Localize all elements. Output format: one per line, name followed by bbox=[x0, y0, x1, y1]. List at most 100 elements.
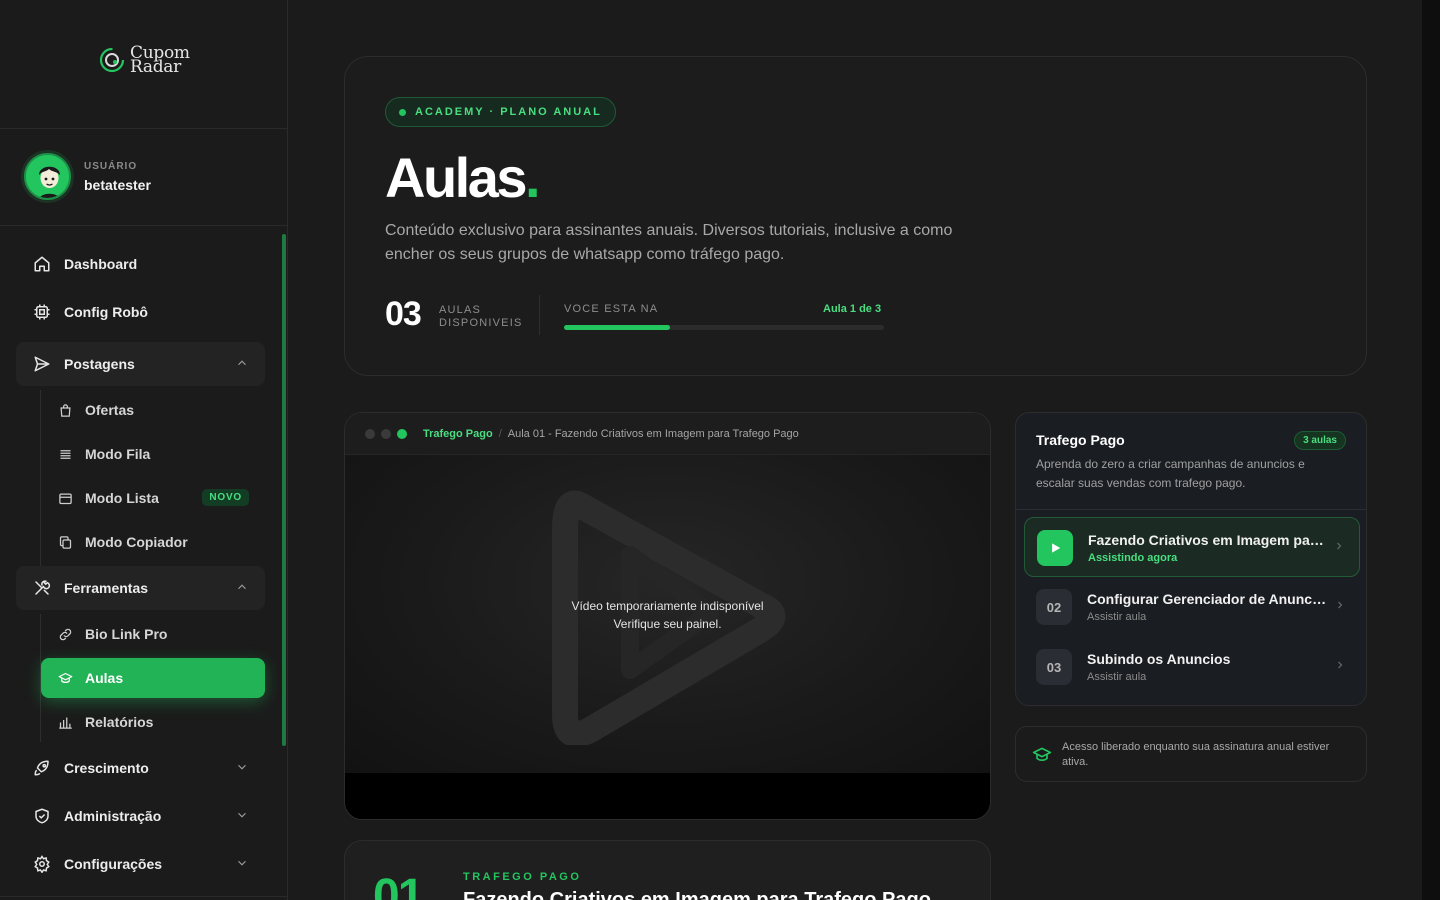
lesson-info-card: 01 TRAFEGO PAGO Fazendo Criativos em Ima… bbox=[344, 840, 991, 900]
player-titlebar: Trafego Pago / Aula 01 - Fazendo Criativ… bbox=[345, 413, 990, 455]
nav-ferramentas[interactable]: Ferramentas bbox=[16, 566, 265, 610]
sidebar-item-label: Relatórios bbox=[85, 714, 154, 730]
nav-label: Configurações bbox=[64, 856, 163, 872]
bar-chart-icon bbox=[57, 714, 73, 730]
video-unavailable-message: Vídeo temporariamente indisponível Verif… bbox=[571, 599, 764, 631]
shield-check-icon bbox=[32, 806, 52, 826]
progress-value: Aula 1 de 3 bbox=[823, 303, 882, 315]
progress-bar-fill bbox=[564, 325, 670, 330]
chevron-right-icon bbox=[1338, 601, 1343, 609]
breadcrumb-category[interactable]: Trafego Pago bbox=[423, 428, 493, 440]
chevron-right-icon bbox=[1337, 542, 1342, 550]
progress-bar bbox=[564, 325, 884, 330]
nav-label: Administração bbox=[64, 808, 162, 824]
play-button[interactable] bbox=[1037, 530, 1073, 566]
progress-label: VOCE ESTA NA bbox=[564, 303, 659, 315]
chevron-down-icon bbox=[238, 860, 246, 866]
app-root: Cupom Radar USUÁRIO betatester Dashboard… bbox=[0, 0, 1440, 900]
divider bbox=[539, 295, 540, 335]
academy-pill-label: ACADEMY · PLANO ANUAL bbox=[415, 106, 602, 118]
lesson-title: Fazendo Criativos em Imagem para Trafego… bbox=[463, 889, 931, 900]
user-name: betatester bbox=[84, 176, 151, 193]
nav-configuracoes[interactable]: Configurações bbox=[16, 842, 265, 886]
playlist-item[interactable]: Fazendo Criativos em Imagem para Trafego… bbox=[1024, 517, 1360, 577]
academy-pill: ACADEMY · PLANO ANUAL bbox=[385, 97, 616, 127]
playlist-item-status: Assistir aula bbox=[1087, 671, 1147, 683]
user-role-label: USUÁRIO bbox=[84, 160, 138, 172]
sidebar-item-label: Modo Fila bbox=[85, 446, 151, 462]
rocket-icon bbox=[32, 758, 52, 778]
page-title: Aulas. bbox=[385, 146, 541, 209]
sidebar-scrollbar[interactable] bbox=[282, 234, 286, 746]
lesson-number: 01 bbox=[373, 870, 424, 900]
breadcrumb-lesson: Aula 01 - Fazendo Criativos em Imagem pa… bbox=[507, 427, 799, 440]
playlist-title: Trafego Pago bbox=[1036, 432, 1125, 448]
sidebar-item-modo-fila[interactable]: Modo Fila bbox=[41, 434, 265, 474]
graduation-cap-icon bbox=[1032, 745, 1052, 770]
playlist-card: Trafego Pago 3 aulas Aprenda do zero a c… bbox=[1015, 412, 1367, 706]
nav-dashboard[interactable]: Dashboard bbox=[16, 242, 265, 286]
playlist-item-title: Configurar Gerenciador de Anuncios bbox=[1087, 591, 1327, 607]
access-notice: Acesso liberado enquanto sua assinatura … bbox=[1015, 726, 1367, 782]
nav-config-robo[interactable]: Config Robô bbox=[16, 290, 265, 334]
sidebar-item-ofertas[interactable]: Ofertas bbox=[41, 390, 265, 430]
chevron-up-icon bbox=[238, 360, 246, 366]
window-dot-icon bbox=[381, 428, 391, 439]
sidebar-item-label: Aulas bbox=[85, 670, 124, 686]
nav-administracao[interactable]: Administração bbox=[16, 794, 265, 838]
nav-label: Postagens bbox=[64, 356, 135, 372]
sidebar-item-modo-lista[interactable]: Modo Lista NOVO bbox=[41, 478, 265, 518]
user-profile[interactable]: USUÁRIO betatester bbox=[24, 153, 151, 200]
archive-icon bbox=[57, 490, 73, 506]
playlist-item-status: Assistindo agora bbox=[1088, 552, 1178, 564]
play-icon bbox=[1052, 543, 1061, 553]
avatar bbox=[24, 153, 71, 200]
playlist-item[interactable]: 02 Configurar Gerenciador de Anuncios As… bbox=[1024, 577, 1360, 637]
nav-postagens[interactable]: Postagens bbox=[16, 342, 265, 386]
playlist-item-title: Subindo os Anuncios bbox=[1087, 651, 1231, 667]
chevron-down-icon bbox=[238, 812, 246, 818]
access-notice-text: Acesso liberado enquanto sua assinatura … bbox=[1062, 741, 1330, 768]
lesson-count-label: AULAS DISPONIVEIS bbox=[439, 304, 523, 329]
breadcrumb-separator: / bbox=[498, 427, 502, 440]
sidebar-item-relatorios[interactable]: Relatórios bbox=[41, 702, 265, 742]
tools-icon bbox=[32, 578, 52, 598]
novo-badge: NOVO bbox=[202, 489, 249, 506]
playlist-description: Aprenda do zero a criar campanhas de anu… bbox=[1036, 457, 1305, 490]
brand-name: Cupom Radar bbox=[130, 43, 190, 77]
nav-label: Ferramentas bbox=[64, 580, 149, 596]
nav-crescimento[interactable]: Crescimento bbox=[16, 746, 265, 790]
player-controls-area bbox=[345, 773, 990, 819]
lesson-category: TRAFEGO PAGO bbox=[463, 871, 582, 883]
gear-icon bbox=[32, 854, 52, 874]
playlist-item[interactable]: 03 Subindo os Anuncios Assistir aula bbox=[1024, 637, 1360, 697]
brand-logo[interactable]: Cupom Radar bbox=[98, 43, 190, 77]
sidebar-item-label: Bio Link Pro bbox=[85, 626, 168, 642]
video-player[interactable]: Trafego Pago / Aula 01 - Fazendo Criativ… bbox=[344, 412, 991, 820]
sidebar-item-label: Modo Copiador bbox=[85, 534, 188, 550]
send-icon bbox=[32, 354, 52, 374]
sidebar-item-bio-link-pro[interactable]: Bio Link Pro bbox=[41, 614, 265, 654]
page-description: Conteúdo exclusivo para assinantes anuai… bbox=[385, 222, 953, 263]
sidebar-item-aulas[interactable]: Aulas bbox=[41, 658, 265, 698]
chevron-up-icon bbox=[238, 584, 246, 590]
nav-label: Crescimento bbox=[64, 760, 149, 776]
graduation-cap-icon bbox=[57, 670, 73, 686]
sidebar-item-label: Modo Lista bbox=[85, 490, 159, 506]
playlist-count-badge: 3 aulas bbox=[1294, 431, 1346, 450]
hero-card: ACADEMY · PLANO ANUAL Aulas. Conteúdo ex… bbox=[344, 56, 1367, 376]
sidebar-item-modo-copiador[interactable]: Modo Copiador bbox=[41, 522, 265, 562]
copy-icon bbox=[57, 534, 73, 550]
window-edge bbox=[1422, 0, 1440, 900]
playlist-item-status: Assistir aula bbox=[1087, 611, 1147, 623]
video-area[interactable]: Vídeo temporariamente indisponível Verif… bbox=[345, 455, 990, 773]
playlist-item-number: 03 bbox=[1036, 649, 1072, 685]
divider bbox=[0, 225, 288, 226]
link-icon bbox=[57, 626, 73, 642]
radar-logo-icon bbox=[99, 47, 125, 73]
lesson-count: 03 bbox=[385, 295, 422, 333]
window-dot-icon bbox=[397, 428, 407, 439]
nav-label: Dashboard bbox=[64, 256, 138, 272]
sidebar: Cupom Radar USUÁRIO betatester Dashboard… bbox=[0, 0, 288, 900]
playlist-item-title: Fazendo Criativos em Imagem para Trafego… bbox=[1088, 532, 1328, 548]
